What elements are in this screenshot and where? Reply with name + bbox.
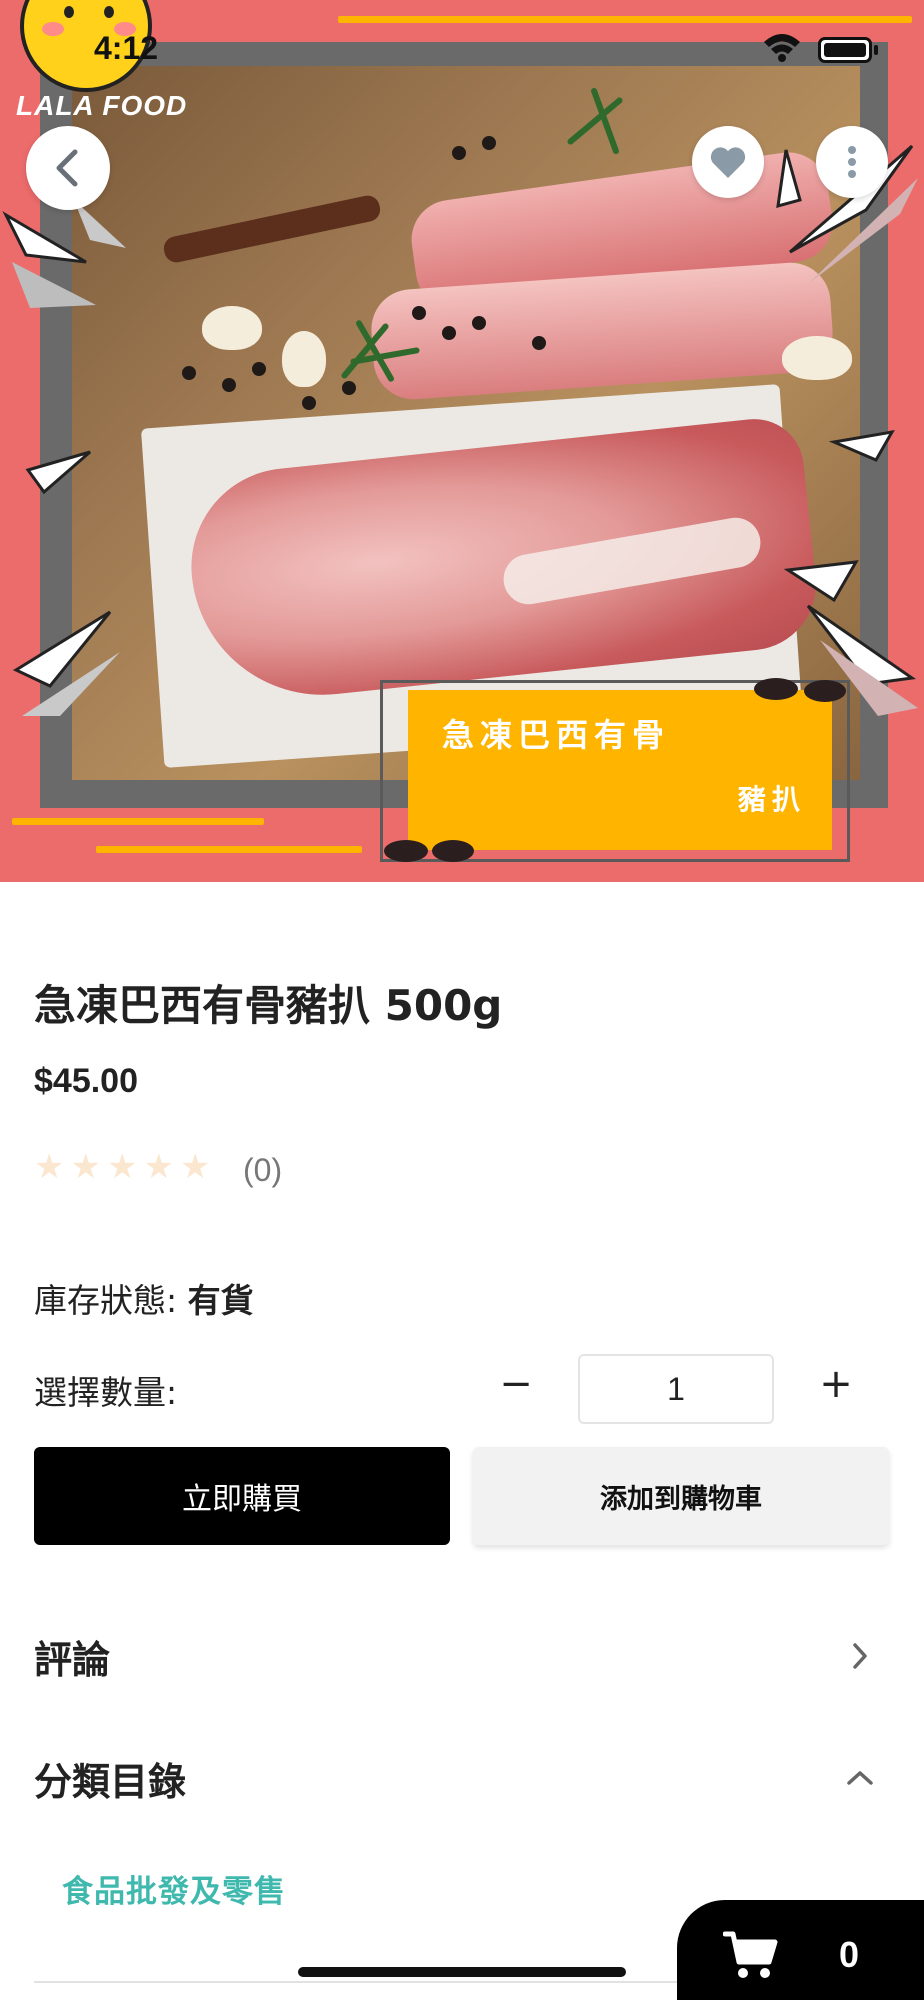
quantity-increase-button[interactable]: + <box>806 1354 866 1414</box>
categories-label: 分類目錄 <box>34 1759 187 1804</box>
decor-blob <box>804 680 846 702</box>
stock-label: 庫存狀態: <box>34 1281 178 1320</box>
stock-status: 庫存狀態: 有貨 <box>34 1274 254 1322</box>
wifi-icon <box>764 34 800 62</box>
add-to-cart-button[interactable]: 添加到購物車 <box>473 1447 889 1545</box>
back-button[interactable] <box>26 126 110 210</box>
floating-cart-button[interactable]: 0 <box>677 1900 924 2000</box>
categories-section-row[interactable]: 分類目錄 <box>34 1738 890 1818</box>
star-icon: ★ <box>70 1147 101 1187</box>
review-count: (0) <box>243 1152 283 1188</box>
stock-value: 有貨 <box>187 1281 254 1320</box>
decor-blob <box>384 840 428 862</box>
decor-blob <box>432 840 474 862</box>
cart-icon <box>723 1931 778 1978</box>
quantity-input[interactable]: 1 <box>578 1354 774 1424</box>
quantity-label: 選擇數量: <box>34 1373 178 1412</box>
divider <box>34 1981 724 1983</box>
tag-line-1: 急凍巴西有骨 <box>442 716 671 754</box>
product-hero-banner: 急凍巴西有骨 豬扒 LALA FOOD 4:12 <box>0 0 924 882</box>
chevron-left-icon <box>56 149 78 187</box>
more-vertical-icon <box>848 146 856 178</box>
home-indicator <box>298 1967 626 1977</box>
favorite-button[interactable] <box>692 126 764 198</box>
chevron-right-icon <box>830 1626 890 1686</box>
reviews-section-row[interactable]: 評論 <box>34 1616 890 1696</box>
brand-logo-text: LALA FOOD <box>16 90 188 121</box>
more-options-button[interactable] <box>816 126 888 198</box>
cart-count: 0 <box>839 1934 860 1975</box>
quantity-decrease-button[interactable]: − <box>486 1354 546 1414</box>
signal-icon <box>712 54 720 60</box>
star-icon: ★ <box>143 1147 174 1187</box>
reviews-label: 評論 <box>34 1637 111 1682</box>
battery-tip <box>874 45 878 55</box>
signal-icon <box>736 54 744 60</box>
decor-blob <box>754 678 798 700</box>
signal-icon <box>724 54 732 60</box>
category-link[interactable]: 食品批發及零售 <box>62 1866 286 1911</box>
rating-stars[interactable]: ★ ★ ★ ★ ★ <box>34 1150 210 1184</box>
tag-line-2: 豬扒 <box>737 783 806 816</box>
status-time: 4:12 <box>94 30 159 66</box>
product-price: $45.00 <box>34 1062 138 1100</box>
chevron-up-icon <box>830 1748 890 1808</box>
star-icon: ★ <box>106 1147 138 1187</box>
product-title: 急凍巴西有骨豬扒 500g <box>34 981 503 1030</box>
star-icon: ★ <box>34 1147 65 1187</box>
heart-icon <box>710 147 746 178</box>
buy-now-button[interactable]: 立即購買 <box>34 1447 450 1545</box>
signal-icon <box>748 54 756 60</box>
product-name-tag: 急凍巴西有骨 豬扒 <box>408 690 832 850</box>
star-icon: ★ <box>179 1147 211 1187</box>
battery-icon <box>818 37 872 63</box>
